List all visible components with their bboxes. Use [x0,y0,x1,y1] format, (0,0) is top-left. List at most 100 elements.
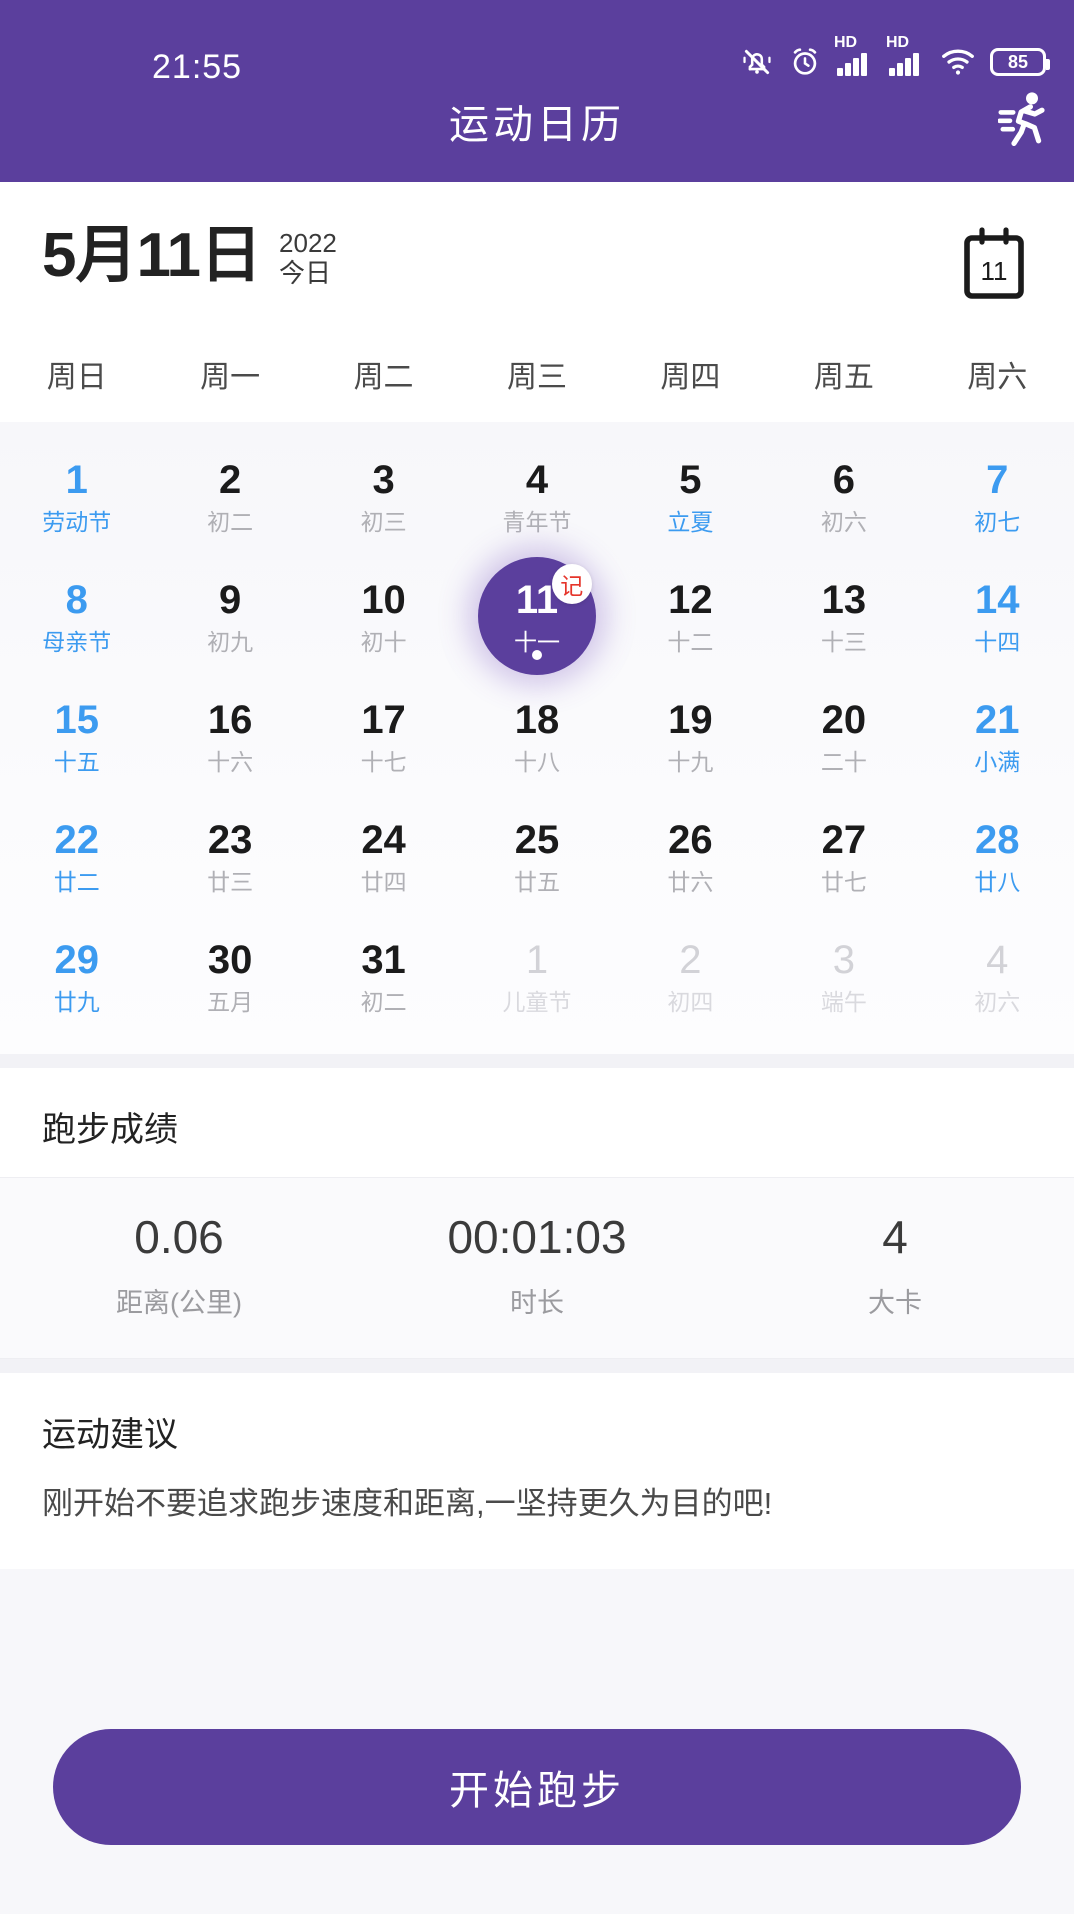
hd-signal-icon-2: HD [886,34,926,77]
weekday-wed: 周三 [506,361,567,394]
calendar-day-cell[interactable]: 17 十七 [307,676,460,796]
calendar-day-cell[interactable]: 2 初二 [153,436,306,556]
calendar-day-cell[interactable]: 3 端午 [767,916,920,1036]
calendar-day-cell[interactable]: 2 初四 [614,916,767,1036]
calendar-day-cell[interactable]: 29 廿九 [0,916,153,1036]
start-running-button[interactable]: 开始跑步 [53,1729,1021,1845]
calendar-day-cell[interactable]: 26 廿六 [614,796,767,916]
stat-calories-value: 4 [882,1211,908,1263]
weekday-fri: 周五 [813,361,874,394]
calendar-day-lunar-label: 十五 [53,748,100,775]
stat-calories: 4 大卡 [716,1212,1074,1320]
calendar-day-number: 13 [821,577,867,622]
calendar-day-cell[interactable]: 27 廿七 [767,796,920,916]
calendar-day-cell[interactable]: 30 五月 [153,916,306,1036]
calendar-day-lunar-label: 十四 [974,628,1021,655]
stat-calories-label: 大卡 [868,1287,922,1318]
calendar-day-cell[interactable]: 5 立夏 [614,436,767,556]
calendar-day-lunar-label: 廿七 [820,868,867,895]
calendar-day-cell[interactable]: 15 十五 [0,676,153,796]
calendar-day-number: 6 [832,457,855,502]
calendar-day-lunar-label: 十八 [513,748,560,775]
calendar-day-number: 1 [525,937,549,982]
calendar-day-cell[interactable]: 16 十六 [153,676,306,796]
calendar-day-cell[interactable]: 10 初十 [307,556,460,676]
calendar-week-row: 15 十五 16 十六 17 十七 18 十八 19 十九 20 二十 21 小满 [0,676,1074,796]
calendar-day-cell[interactable]: 6 初六 [767,436,920,556]
calendar-day-lunar-label: 十九 [667,748,714,775]
calendar-day-number: 26 [668,817,713,862]
calendar-day-number: 4 [525,457,549,502]
calendar-day-lunar-label: 廿四 [360,868,407,895]
calendar-day-number: 17 [361,697,406,742]
calendar-day-cell[interactable]: 24 廿四 [307,796,460,916]
calendar-day-lunar-label: 廿九 [53,988,100,1015]
stat-distance-value: 0.06 [134,1211,224,1263]
calendar-day-cell[interactable]: 12 十二 [614,556,767,676]
calendar-day-lunar-label: 儿童节 [502,988,572,1015]
calendar-day-lunar-label: 初九 [207,628,254,655]
calendar-day-cell[interactable]: 19 十九 [614,676,767,796]
calendar-day-lunar-label: 十六 [207,748,254,775]
calendar-day-lunar-label: 廿五 [513,868,560,895]
calendar-day-cell[interactable]: 28 廿八 [921,796,1074,916]
calendar-day-cell[interactable]: 1 儿童节 [460,916,613,1036]
running-stats-card: 0.06 距离(公里) 00:01:03 时长 4 大卡 [0,1177,1074,1359]
calendar-day-number: 24 [361,817,406,862]
status-icon-tray: HD HD 85 [740,34,1050,79]
calendar-day-cell[interactable]: 9 初九 [153,556,306,676]
activity-dot-indicator [531,650,542,660]
stat-distance: 0.06 距离(公里) [0,1212,358,1320]
calendar-day-cell[interactable]: 7 初七 [921,436,1074,556]
calendar-day-number: 1 [65,457,88,502]
calendar-day-lunar-label: 初四 [667,988,714,1015]
calendar-day-cell[interactable]: 13 十三 [767,556,920,676]
stat-distance-label: 距离(公里) [116,1287,242,1318]
running-stats-title: 跑步成绩 [42,1111,178,1149]
calendar-day-lunar-label: 初六 [820,508,867,535]
calendar-day-cell[interactable]: 25 廿五 [460,796,613,916]
weekday-sat: 周六 [967,361,1028,394]
hd-signal-icon: HD [834,34,874,77]
calendar-day-lunar-label: 初三 [360,508,407,535]
note-badge[interactable]: 记 [551,564,592,604]
calendar-day-number: 18 [514,697,560,742]
date-meta: 2022 今日 [279,223,337,289]
runner-icon[interactable] [997,90,1050,153]
hd-label: HD [834,34,858,51]
calendar-day-cell[interactable]: 22 廿二 [0,796,153,916]
wifi-icon [942,49,974,75]
calendar-icon[interactable]: 11 [958,226,1030,309]
calendar-day-cell[interactable]: 14 十四 [921,556,1074,676]
hd-label-2: HD [886,34,910,51]
calendar-day-cell[interactable]: 11 十一记 [460,556,613,676]
date-header: 5月11日 2022 今日 11 [0,182,1074,330]
calendar-day-cell[interactable]: 23 廿三 [153,796,306,916]
calendar-day-number: 12 [668,577,713,622]
calendar-day-cell[interactable]: 31 初二 [307,916,460,1036]
calendar-day-cell[interactable]: 3 初三 [307,436,460,556]
calendar-day-number: 15 [54,697,99,742]
calendar-day-lunar-label: 初二 [360,988,407,1015]
date-year: 2022 [279,228,337,259]
calendar-day-number: 3 [372,457,395,502]
calendar-day-number: 30 [207,937,253,982]
calendar-day-number: 7 [986,457,1009,502]
calendar-day-lunar-label: 廿八 [974,868,1021,895]
calendar-day-cell[interactable]: 1 劳动节 [0,436,153,556]
calendar-day-cell[interactable]: 20 二十 [767,676,920,796]
status-time: 21:55 [152,48,243,86]
calendar-day-cell[interactable]: 4 青年节 [460,436,613,556]
calendar-day-number: 10 [361,577,406,622]
calendar-day-cell[interactable]: 21 小满 [921,676,1074,796]
date-today-label: 今日 [279,258,332,288]
calendar-day-lunar-label: 五月 [207,988,254,1015]
calendar-day-lunar-label: 廿六 [667,868,714,895]
calendar-day-cell[interactable]: 8 母亲节 [0,556,153,676]
calendar-day-cell[interactable]: 4 初六 [921,916,1074,1036]
app-root: 21:55 HD HD 85 运动日历 5月11日 2022 今日 11 周日 … [0,0,1074,1914]
calendar-day-cell[interactable]: 18 十八 [460,676,613,796]
calendar-day-number: 16 [207,697,253,742]
calendar-day-number: 31 [361,937,406,982]
battery-level: 85 [1007,52,1029,72]
